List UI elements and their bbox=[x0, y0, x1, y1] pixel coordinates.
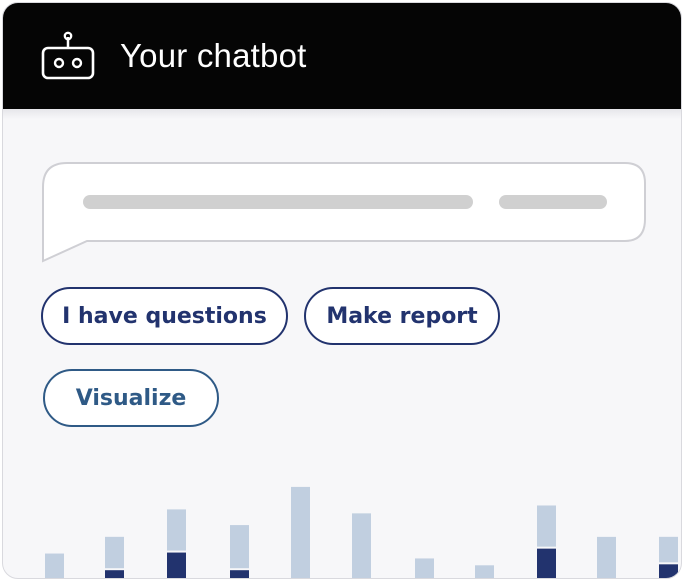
message-bubble bbox=[42, 162, 646, 263]
message-placeholder-line bbox=[83, 195, 473, 209]
bar-segment-light bbox=[597, 536, 616, 578]
bar-segment-light bbox=[291, 486, 310, 578]
bar-segment-light bbox=[167, 509, 186, 551]
robot-icon bbox=[41, 31, 95, 80]
bar-segment-light bbox=[45, 553, 64, 578]
suggestion-i-have-questions-button[interactable]: I have questions bbox=[41, 287, 288, 345]
bar-segment-light bbox=[352, 513, 371, 578]
header-shadow bbox=[3, 109, 681, 119]
bar-segment-light bbox=[537, 505, 556, 547]
bar-segment-dark bbox=[537, 548, 556, 578]
bar-segment-dark bbox=[105, 570, 124, 578]
bar-segment-dark bbox=[659, 564, 678, 578]
bar-segment-light bbox=[230, 525, 249, 569]
mini-bar-chart bbox=[45, 486, 678, 578]
chatbot-header: Your chatbot bbox=[3, 3, 681, 109]
suggestion-visualize-button[interactable]: Visualize bbox=[43, 369, 219, 427]
chatbot-title: Your chatbot bbox=[120, 37, 307, 74]
message-placeholder-line bbox=[499, 195, 607, 209]
bar-segment-light bbox=[415, 558, 434, 578]
chatbot-window: Your chatbot I have questions Make repor… bbox=[2, 2, 682, 579]
bar-segment-dark bbox=[230, 570, 249, 578]
suggestion-make-report-button[interactable]: Make report bbox=[304, 287, 500, 345]
bar-segment-light bbox=[475, 565, 494, 578]
bar-segment-light bbox=[105, 536, 124, 569]
bar-segment-light bbox=[659, 536, 678, 563]
bar-segment-dark bbox=[167, 552, 186, 578]
